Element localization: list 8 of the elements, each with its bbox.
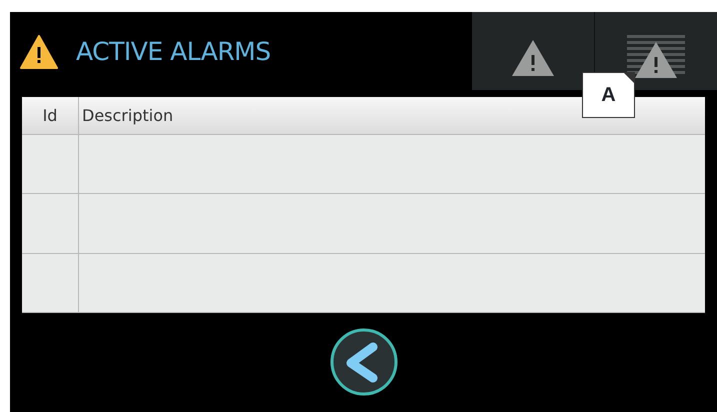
back-button[interactable]	[328, 327, 398, 397]
screen-title: ACTIVE ALARMS	[76, 36, 271, 68]
column-header: Description	[81, 104, 174, 126]
warning-icon	[20, 35, 58, 69]
alarm-list-icon	[627, 35, 685, 79]
corner-triangle-icon	[624, 73, 634, 83]
callout-label: A	[582, 72, 635, 118]
column-header: Id	[22, 97, 79, 134]
